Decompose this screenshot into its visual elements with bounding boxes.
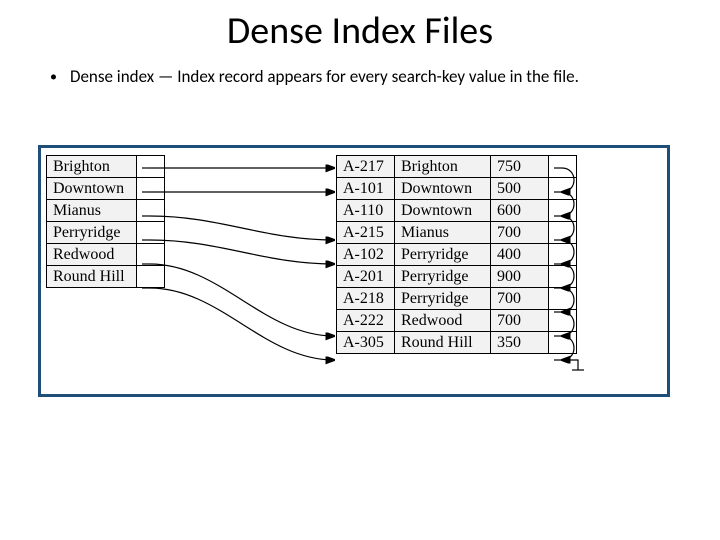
balance-cell: 700 [491, 222, 549, 244]
index-pointer-cell [137, 266, 165, 288]
account-cell: A-222 [337, 310, 395, 332]
index-key: Round Hill [47, 266, 137, 288]
data-row: A-305Round Hill350 [337, 332, 577, 354]
branch-cell: Mianus [395, 222, 491, 244]
index-key: Redwood [47, 244, 137, 266]
account-cell: A-218 [337, 288, 395, 310]
account-cell: A-102 [337, 244, 395, 266]
index-key: Mianus [47, 200, 137, 222]
index-row: Brighton [47, 156, 165, 178]
branch-cell: Round Hill [395, 332, 491, 354]
branch-cell: Brighton [395, 156, 491, 178]
balance-cell: 600 [491, 200, 549, 222]
account-cell: A-110 [337, 200, 395, 222]
bullet-content: Dense index — Index record appears for e… [70, 66, 579, 87]
branch-cell: Downtown [395, 178, 491, 200]
slide-title: Dense Index Files [0, 8, 720, 54]
index-pointer-cell [137, 244, 165, 266]
index-pointer-cell [137, 156, 165, 178]
data-row: A-101Downtown500 [337, 178, 577, 200]
data-table: A-217Brighton750A-101Downtown500A-110Dow… [336, 155, 577, 354]
data-pointer-cell [549, 178, 577, 200]
data-row: A-222Redwood700 [337, 310, 577, 332]
bullet-text: • Dense index — Index record appears for… [70, 66, 670, 87]
index-key: Perryridge [47, 222, 137, 244]
data-pointer-cell [549, 310, 577, 332]
data-pointer-cell [549, 222, 577, 244]
index-key: Downtown [47, 178, 137, 200]
index-row: Mianus [47, 200, 165, 222]
index-key: Brighton [47, 156, 137, 178]
index-table: BrightonDowntownMianusPerryridgeRedwoodR… [46, 155, 165, 288]
data-row: A-218Perryridge700 [337, 288, 577, 310]
data-pointer-cell [549, 200, 577, 222]
balance-cell: 400 [491, 244, 549, 266]
data-row: A-201Perryridge900 [337, 266, 577, 288]
account-cell: A-217 [337, 156, 395, 178]
account-cell: A-215 [337, 222, 395, 244]
account-cell: A-201 [337, 266, 395, 288]
bullet-dot-icon: • [50, 68, 57, 86]
data-pointer-cell [549, 266, 577, 288]
account-cell: A-101 [337, 178, 395, 200]
data-pointer-cell [549, 288, 577, 310]
index-row: Round Hill [47, 266, 165, 288]
data-pointer-cell [549, 156, 577, 178]
index-pointer-cell [137, 178, 165, 200]
index-pointer-cell [137, 222, 165, 244]
data-pointer-cell [549, 332, 577, 354]
branch-cell: Perryridge [395, 288, 491, 310]
branch-cell: Perryridge [395, 266, 491, 288]
index-row: Redwood [47, 244, 165, 266]
data-row: A-102Perryridge400 [337, 244, 577, 266]
index-row: Perryridge [47, 222, 165, 244]
balance-cell: 750 [491, 156, 549, 178]
branch-cell: Downtown [395, 200, 491, 222]
balance-cell: 700 [491, 310, 549, 332]
branch-cell: Redwood [395, 310, 491, 332]
balance-cell: 350 [491, 332, 549, 354]
balance-cell: 700 [491, 288, 549, 310]
data-pointer-cell [549, 244, 577, 266]
index-row: Downtown [47, 178, 165, 200]
balance-cell: 500 [491, 178, 549, 200]
data-row: A-110Downtown600 [337, 200, 577, 222]
balance-cell: 900 [491, 266, 549, 288]
data-row: A-217Brighton750 [337, 156, 577, 178]
account-cell: A-305 [337, 332, 395, 354]
branch-cell: Perryridge [395, 244, 491, 266]
index-pointer-cell [137, 200, 165, 222]
data-row: A-215Mianus700 [337, 222, 577, 244]
